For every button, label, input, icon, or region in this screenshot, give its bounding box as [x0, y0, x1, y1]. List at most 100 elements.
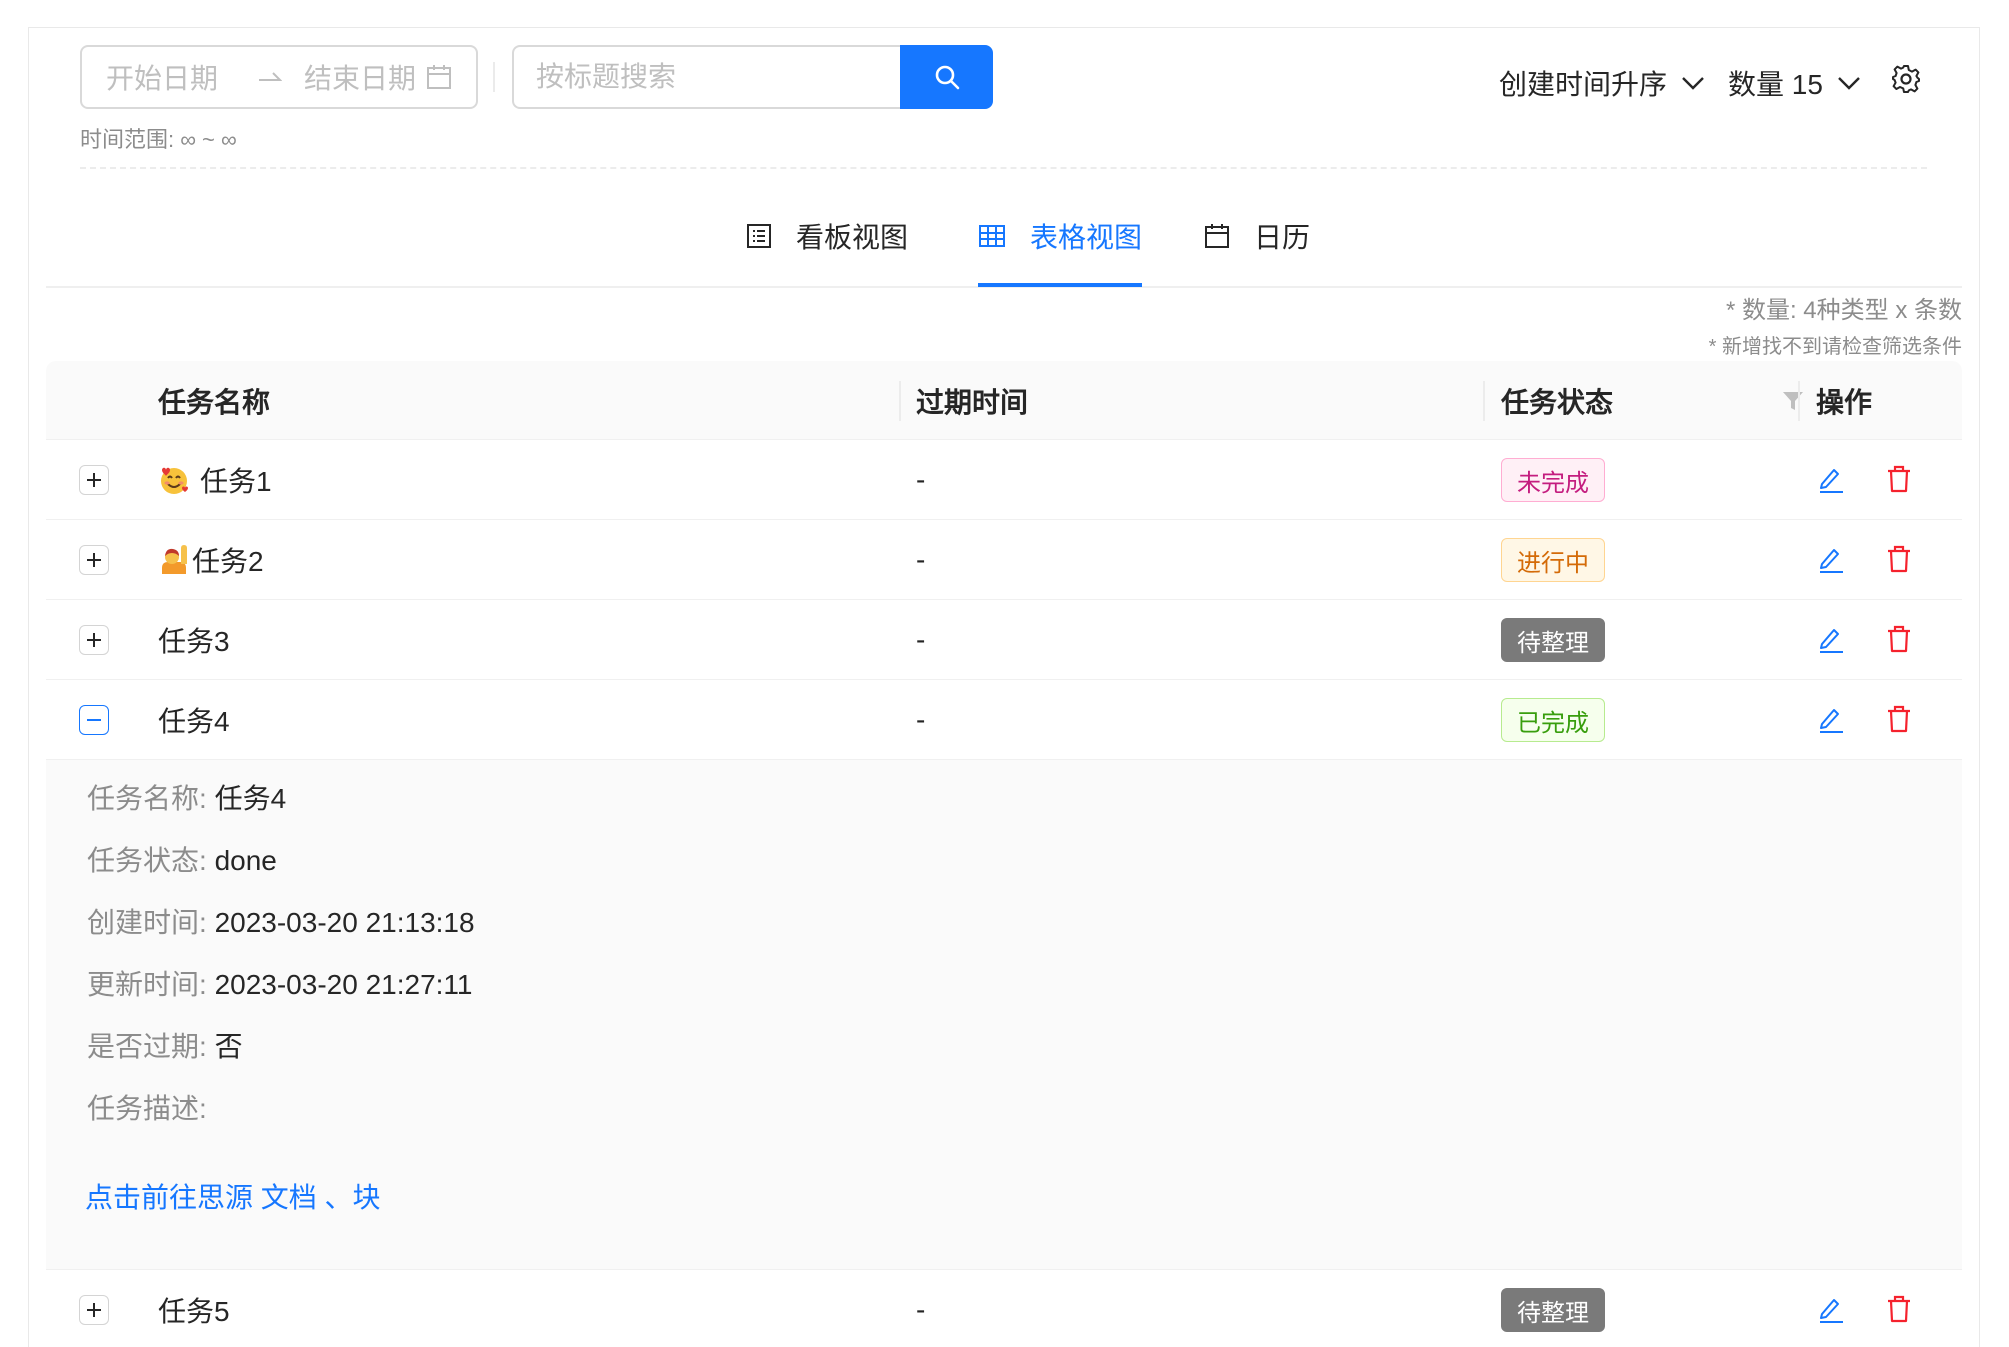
- delete-icon[interactable]: [1884, 1294, 1914, 1324]
- task-name-cell: 任务3: [158, 600, 230, 680]
- detail-status: 任务状态: done: [87, 839, 277, 879]
- detail-value: 2023-03-20 21:27:11: [214, 969, 473, 1000]
- table-row: 任务2 - 进行中: [46, 520, 1962, 600]
- toolbar-divider-dashed: [80, 167, 1927, 169]
- status-badge: 进行中: [1501, 538, 1605, 582]
- detail-key: 任务描述:: [87, 1093, 207, 1124]
- search-icon: [935, 65, 959, 90]
- date-range-picker[interactable]: 开始日期 结束日期: [80, 45, 478, 109]
- count-select-label: 数量 15: [1728, 69, 1823, 100]
- edit-icon[interactable]: [1816, 624, 1846, 654]
- count-hint: * 数量: 4种类型 x 条数: [1725, 297, 1962, 324]
- task-detail-panel: 任务名称: 任务4 任务状态: done 创建时间: 2023-03-20 21…: [46, 760, 1962, 1270]
- task-name: 任务3: [158, 626, 230, 657]
- detail-key: 任务状态:: [87, 845, 207, 876]
- detail-key: 是否过期:: [87, 1031, 207, 1062]
- tab-kanban-label: 看板视图: [796, 221, 909, 253]
- kanban-icon: [747, 223, 771, 248]
- delete-icon[interactable]: [1884, 544, 1914, 574]
- column-separator: [1483, 381, 1485, 421]
- smiling-face-with-hearts-icon: [161, 467, 188, 494]
- task-name: 任务1: [200, 466, 272, 497]
- detail-updated: 更新时间: 2023-03-20 21:27:11: [87, 963, 472, 1003]
- expand-row-button[interactable]: [79, 1295, 109, 1325]
- status-badge: 已完成: [1501, 698, 1605, 742]
- search-input[interactable]: [512, 45, 901, 109]
- detail-key: 创建时间:: [87, 907, 207, 938]
- table-icon: [979, 224, 1005, 247]
- expire-cell: -: [916, 464, 926, 495]
- task-name-cell: 任务1: [158, 440, 272, 520]
- table-row: 任务3 - 待整理: [46, 600, 1962, 680]
- table-header: 任务名称 过期时间 任务状态 操作: [46, 361, 1962, 440]
- expand-row-button[interactable]: [79, 625, 109, 655]
- detail-value: done: [214, 845, 277, 876]
- view-tabs: 看板视图 表格视图 日历: [46, 185, 1962, 288]
- sort-select-label: 创建时间升序: [1499, 69, 1668, 100]
- tab-calendar[interactable]: 日历: [1204, 185, 1310, 286]
- task-name: 任务4: [158, 706, 230, 737]
- task-name-cell: 任务2: [158, 520, 264, 600]
- chevron-down-icon: [1838, 77, 1860, 90]
- search-button[interactable]: [900, 45, 993, 109]
- column-header-name[interactable]: 任务名称: [158, 361, 270, 440]
- expire-cell: -: [916, 624, 926, 655]
- status-badge: 未完成: [1501, 458, 1605, 502]
- column-separator: [899, 381, 901, 421]
- calendar-icon: [427, 65, 451, 89]
- detail-expired: 是否过期: 否: [87, 1025, 243, 1065]
- detail-key: 更新时间:: [87, 969, 207, 1000]
- edit-icon[interactable]: [1816, 1294, 1846, 1324]
- delete-icon[interactable]: [1884, 704, 1914, 734]
- time-range-text: 时间范围: ∞ ~ ∞: [80, 127, 237, 152]
- toolbar-divider: [493, 62, 495, 92]
- task-table: 任务名称 过期时间 任务状态 操作 任务1 - 未完成 任务2 - 进行中 任务…: [46, 361, 1962, 1347]
- tab-table[interactable]: 表格视图: [978, 185, 1143, 287]
- end-date-input[interactable]: 结束日期: [304, 57, 416, 97]
- person-raising-hand-icon: [162, 545, 187, 574]
- expand-row-button[interactable]: [79, 545, 109, 575]
- edit-icon[interactable]: [1816, 464, 1846, 494]
- swap-right-arrow-icon: [259, 72, 283, 81]
- expire-cell: -: [916, 1294, 926, 1325]
- count-select[interactable]: 数量 15: [1728, 63, 1861, 103]
- status-badge: 待整理: [1501, 618, 1605, 662]
- table-row: 任务5 - 待整理: [46, 1270, 1962, 1347]
- calendar-icon: [1205, 223, 1229, 248]
- collapse-row-button[interactable]: [79, 705, 109, 735]
- edit-icon[interactable]: [1816, 544, 1846, 574]
- tab-calendar-label: 日历: [1254, 221, 1311, 253]
- tab-kanban[interactable]: 看板视图: [746, 185, 908, 286]
- chevron-down-icon: [1682, 77, 1704, 90]
- detail-created: 创建时间: 2023-03-20 21:13:18: [87, 901, 475, 941]
- task-table-view: 开始日期 结束日期 时间范围: ∞ ~ ∞ 创建时间升序 数量 15: [28, 27, 1980, 1347]
- tab-table-label: 表格视图: [1030, 221, 1143, 253]
- detail-description: 任务描述:: [87, 1087, 207, 1127]
- column-header-actions: 操作: [1816, 386, 1873, 418]
- detail-value: 任务4: [214, 783, 287, 814]
- column-header-status[interactable]: 任务状态: [1501, 361, 1613, 440]
- delete-icon[interactable]: [1884, 464, 1914, 494]
- detail-key: 任务名称:: [87, 783, 207, 814]
- expire-cell: -: [916, 544, 926, 575]
- start-date-input[interactable]: 开始日期: [106, 57, 218, 97]
- task-name-cell: 任务4: [158, 680, 230, 760]
- filter-icon[interactable]: [1782, 391, 1804, 411]
- sort-select[interactable]: 创建时间升序: [1499, 63, 1705, 103]
- delete-icon[interactable]: [1884, 624, 1914, 654]
- detail-value: 2023-03-20 21:13:18: [214, 907, 475, 938]
- gear-icon[interactable]: [1891, 64, 1921, 94]
- task-name: 任务2: [192, 546, 264, 577]
- expire-cell: -: [916, 704, 926, 735]
- task-name: 任务5: [158, 1296, 230, 1327]
- filter-hint: * 新增找不到请检查筛选条件: [1708, 336, 1962, 358]
- open-in-siyuan-link[interactable]: 点击前往思源 文档 、块: [85, 1176, 381, 1216]
- column-separator: [1798, 381, 1800, 421]
- status-badge: 待整理: [1501, 1288, 1605, 1332]
- edit-icon[interactable]: [1816, 704, 1846, 734]
- column-header-expire[interactable]: 过期时间: [916, 361, 1028, 440]
- table-row: 任务4 - 已完成: [46, 680, 1962, 760]
- table-row: 任务1 - 未完成: [46, 440, 1962, 520]
- expand-row-button[interactable]: [79, 465, 109, 495]
- task-name-cell: 任务5: [158, 1270, 230, 1347]
